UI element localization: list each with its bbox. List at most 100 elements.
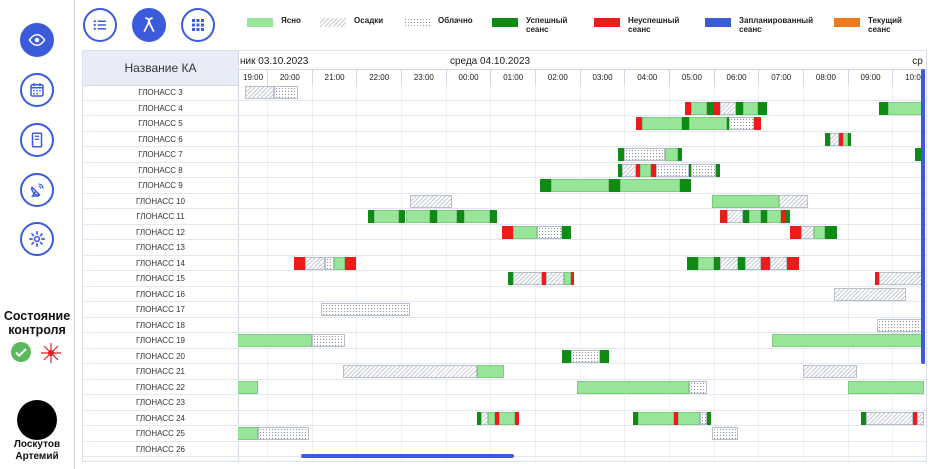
cloudy-segment[interactable] <box>311 334 346 348</box>
failed-session[interactable] <box>787 256 799 270</box>
satellite-name[interactable]: ГЛОНАСС 20 <box>83 349 238 364</box>
satellite-name[interactable]: ГЛОНАСС 5 <box>83 116 238 132</box>
nav-calendar-button[interactable] <box>20 73 54 107</box>
successful-session[interactable] <box>879 101 888 115</box>
precipitation-segment[interactable] <box>342 365 477 379</box>
successful-session[interactable] <box>736 101 743 115</box>
precipitation-segment[interactable] <box>244 86 274 100</box>
clear-weather-segment[interactable] <box>476 365 504 379</box>
clear-weather-segment[interactable] <box>550 179 609 193</box>
satellite-name[interactable]: ГЛОНАСС 25 <box>83 426 238 442</box>
cloudy-segment[interactable] <box>537 225 562 239</box>
nav-settings-button[interactable] <box>20 222 54 256</box>
horizontal-scrollbar[interactable] <box>301 454 514 458</box>
cloudy-segment[interactable] <box>258 427 310 441</box>
precipitation-segment[interactable] <box>800 225 815 239</box>
successful-session[interactable] <box>398 210 406 224</box>
satellite-name[interactable]: ГЛОНАСС 16 <box>83 287 238 302</box>
clear-weather-segment[interactable] <box>640 163 652 177</box>
clear-weather-segment[interactable] <box>637 411 674 425</box>
failed-session[interactable] <box>570 272 575 286</box>
satellite-name[interactable]: ГЛОНАСС 22 <box>83 380 238 395</box>
cloudy-segment[interactable] <box>691 163 716 177</box>
clear-weather-segment[interactable] <box>619 179 681 193</box>
failed-session[interactable] <box>789 225 801 239</box>
successful-session[interactable] <box>490 210 498 224</box>
clear-weather-segment[interactable] <box>642 117 683 131</box>
clear-weather-segment[interactable] <box>814 225 826 239</box>
clear-weather-segment[interactable] <box>711 194 779 208</box>
cloudy-segment[interactable] <box>273 86 299 100</box>
successful-session[interactable] <box>713 256 721 270</box>
failed-session[interactable] <box>501 225 513 239</box>
clear-weather-segment[interactable] <box>436 210 457 224</box>
clear-weather-segment[interactable] <box>334 256 346 270</box>
successful-session[interactable] <box>561 349 571 363</box>
clear-weather-segment[interactable] <box>742 101 759 115</box>
cloudy-segment[interactable] <box>700 411 708 425</box>
grid-view-button[interactable] <box>181 8 215 42</box>
cloudy-segment[interactable] <box>655 163 690 177</box>
cloudy-segment[interactable] <box>711 427 739 441</box>
successful-session[interactable] <box>785 210 790 224</box>
cloudy-segment[interactable] <box>689 380 708 394</box>
successful-session[interactable] <box>680 179 692 193</box>
precipitation-segment[interactable] <box>481 411 489 425</box>
precipitation-segment[interactable] <box>409 194 453 208</box>
clear-weather-segment[interactable] <box>887 101 924 115</box>
satellite-name[interactable]: ГЛОНАСС 8 <box>83 163 238 178</box>
precipitation-segment[interactable] <box>727 210 743 224</box>
precipitation-segment[interactable] <box>769 256 788 270</box>
successful-session[interactable] <box>367 210 375 224</box>
nav-stations-button[interactable] <box>20 173 54 207</box>
ribbon-view-button[interactable] <box>132 8 166 42</box>
successful-session[interactable] <box>456 210 464 224</box>
precipitation-segment[interactable] <box>879 272 924 286</box>
clear-weather-segment[interactable] <box>577 380 690 394</box>
successful-session[interactable] <box>758 101 768 115</box>
failed-session[interactable] <box>760 256 770 270</box>
precipitation-segment[interactable] <box>546 272 565 286</box>
clear-weather-segment[interactable] <box>691 101 708 115</box>
satellite-name[interactable]: ГЛОНАСС 4 <box>83 101 238 116</box>
satellite-name[interactable]: ГЛОНАСС 23 <box>83 395 238 411</box>
successful-session[interactable] <box>617 148 625 162</box>
successful-session[interactable] <box>760 210 768 224</box>
clear-weather-segment[interactable] <box>463 210 491 224</box>
precipitation-segment[interactable] <box>865 411 913 425</box>
precipitation-segment[interactable] <box>834 287 906 301</box>
clear-weather-segment[interactable] <box>405 210 431 224</box>
precipitation-segment[interactable] <box>745 256 761 270</box>
clear-weather-segment[interactable] <box>564 272 571 286</box>
precipitation-segment[interactable] <box>720 101 737 115</box>
satellite-name[interactable]: ГЛОНАСС 10 <box>83 194 238 209</box>
satellite-name[interactable]: ГЛОНАСС 18 <box>83 318 238 333</box>
failed-session[interactable] <box>293 256 305 270</box>
successful-session[interactable] <box>682 117 690 131</box>
clear-weather-segment[interactable] <box>238 380 259 394</box>
satellite-name[interactable]: ГЛОНАСС 14 <box>83 256 238 271</box>
successful-session[interactable] <box>686 256 699 270</box>
avatar[interactable] <box>17 400 57 440</box>
failed-session[interactable] <box>635 117 643 131</box>
precipitation-segment[interactable] <box>305 256 326 270</box>
clear-weather-segment[interactable] <box>238 334 312 348</box>
clear-weather-segment[interactable] <box>374 210 399 224</box>
successful-session[interactable] <box>608 179 620 193</box>
failed-session[interactable] <box>514 411 520 425</box>
clear-weather-segment[interactable] <box>677 411 701 425</box>
successful-session[interactable] <box>738 256 745 270</box>
successful-session[interactable] <box>539 179 551 193</box>
precipitation-segment[interactable] <box>720 256 739 270</box>
successful-session[interactable] <box>430 210 437 224</box>
satellite-name[interactable]: ГЛОНАСС 12 <box>83 225 238 240</box>
clear-weather-segment[interactable] <box>238 427 259 441</box>
failed-session[interactable] <box>753 117 761 131</box>
satellite-name[interactable]: ГЛОНАСС 21 <box>83 364 238 380</box>
clear-weather-segment[interactable] <box>664 148 678 162</box>
precipitation-segment[interactable] <box>512 272 542 286</box>
clear-weather-segment[interactable] <box>767 210 781 224</box>
successful-session[interactable] <box>599 349 609 363</box>
failed-session[interactable] <box>684 101 692 115</box>
successful-session[interactable] <box>707 101 714 115</box>
